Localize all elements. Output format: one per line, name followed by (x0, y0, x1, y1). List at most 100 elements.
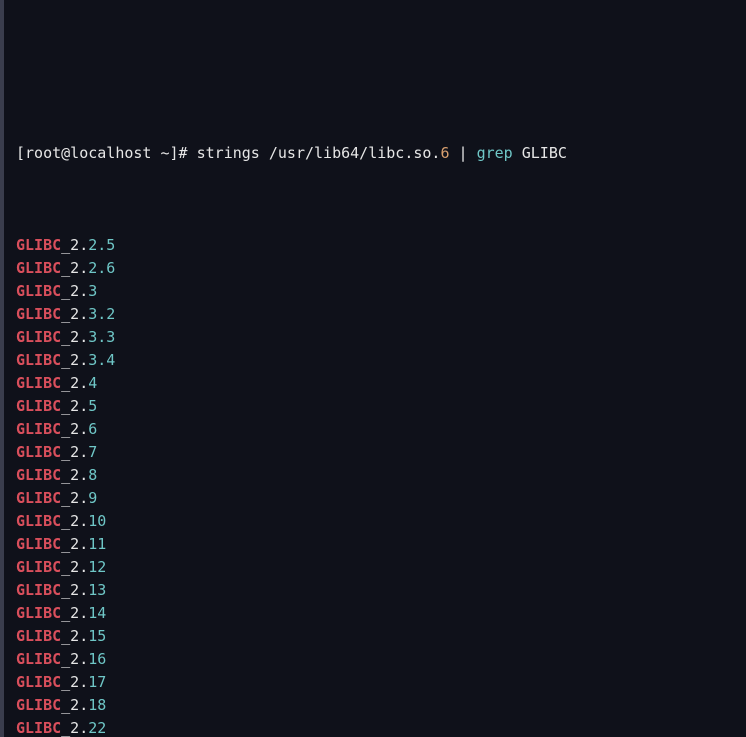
output-text: _2. (61, 581, 88, 599)
output-line: GLIBC_2.11 (10, 533, 746, 556)
version-digits: 22 (88, 719, 106, 737)
output-text: _2. (61, 627, 88, 645)
version-digits: 2.5 (88, 236, 115, 254)
version-digits: 3.2 (88, 305, 115, 323)
grep-match: GLIBC (16, 558, 61, 576)
output-line: GLIBC_2.22 (10, 717, 746, 737)
grep-match: GLIBC (16, 535, 61, 553)
output-text: _2. (61, 719, 88, 737)
output-text: _2. (61, 236, 88, 254)
version-digits: 10 (88, 512, 106, 530)
grep-match: GLIBC (16, 650, 61, 668)
version-digits: 7 (88, 443, 97, 461)
grep-match: GLIBC (16, 581, 61, 599)
output-text: _2. (61, 328, 88, 346)
output-text: _2. (61, 351, 88, 369)
scroll-gutter (0, 0, 4, 737)
output-line: GLIBC_2.6 (10, 418, 746, 441)
output-line: GLIBC_2.3.4 (10, 349, 746, 372)
version-digits: 18 (88, 696, 106, 714)
terminal[interactable]: [root@localhost ~]# strings /usr/lib64/l… (0, 0, 746, 737)
grep-match: GLIBC (16, 282, 61, 300)
grep-match: GLIBC (16, 374, 61, 392)
grep-match: GLIBC (16, 351, 61, 369)
grep-match: GLIBC (16, 236, 61, 254)
grep-match: GLIBC (16, 328, 61, 346)
version-digits: 2.6 (88, 259, 115, 277)
output-text: _2. (61, 397, 88, 415)
grep-pattern: GLIBC (522, 144, 567, 162)
grep-match: GLIBC (16, 696, 61, 714)
output-line: GLIBC_2.4 (10, 372, 746, 395)
output-text: _2. (61, 374, 88, 392)
grep-match: GLIBC (16, 259, 61, 277)
version-digits: 14 (88, 604, 106, 622)
version-digits: 13 (88, 581, 106, 599)
output-line: GLIBC_2.14 (10, 602, 746, 625)
output-line: GLIBC_2.2.5 (10, 234, 746, 257)
version-digits: 11 (88, 535, 106, 553)
version-digits: 9 (88, 489, 97, 507)
prompt: [root@localhost ~]# (16, 144, 188, 162)
output-text: _2. (61, 558, 88, 576)
grep-match: GLIBC (16, 305, 61, 323)
grep-match: GLIBC (16, 627, 61, 645)
grep-match: GLIBC (16, 719, 61, 737)
output-line: GLIBC_2.18 (10, 694, 746, 717)
prompt-line: [root@localhost ~]# strings /usr/lib64/l… (10, 142, 746, 165)
grep-match: GLIBC (16, 443, 61, 461)
version-digits: 12 (88, 558, 106, 576)
output-text: _2. (61, 305, 88, 323)
command-arg: /usr/lib64/libc.so. (269, 144, 441, 162)
grep-match: GLIBC (16, 512, 61, 530)
version-digits: 16 (88, 650, 106, 668)
output-text: _2. (61, 259, 88, 277)
pipe-symbol: | (459, 144, 468, 162)
version-digits: 3.4 (88, 351, 115, 369)
output-line: GLIBC_2.12 (10, 556, 746, 579)
output-line: GLIBC_2.7 (10, 441, 746, 464)
grep-match: GLIBC (16, 673, 61, 691)
output-text: _2. (61, 443, 88, 461)
output-line: GLIBC_2.5 (10, 395, 746, 418)
grep-match: GLIBC (16, 397, 61, 415)
grep-match: GLIBC (16, 604, 61, 622)
output-text: _2. (61, 512, 88, 530)
version-digits: 8 (88, 466, 97, 484)
output-line: GLIBC_2.17 (10, 671, 746, 694)
grep-match: GLIBC (16, 420, 61, 438)
output-text: _2. (61, 696, 88, 714)
output-line: GLIBC_2.15 (10, 625, 746, 648)
output-line: GLIBC_2.3 (10, 280, 746, 303)
output-line: GLIBC_2.3.3 (10, 326, 746, 349)
output-text: _2. (61, 489, 88, 507)
output-line: GLIBC_2.16 (10, 648, 746, 671)
output-text: _2. (61, 673, 88, 691)
version-digits: 6 (88, 420, 97, 438)
output-line: GLIBC_2.2.6 (10, 257, 746, 280)
output-line: GLIBC_2.10 (10, 510, 746, 533)
version-digits: 15 (88, 627, 106, 645)
output-line: GLIBC_2.3.2 (10, 303, 746, 326)
arg-digit: 6 (440, 144, 449, 162)
output-line: GLIBC_2.8 (10, 464, 746, 487)
version-digits: 17 (88, 673, 106, 691)
output-text: _2. (61, 282, 88, 300)
command: strings (197, 144, 260, 162)
output-text: _2. (61, 466, 88, 484)
grep-match: GLIBC (16, 466, 61, 484)
version-digits: 4 (88, 374, 97, 392)
version-digits: 3.3 (88, 328, 115, 346)
output-text: _2. (61, 420, 88, 438)
grep-match: GLIBC (16, 489, 61, 507)
terminal-content: [root@localhost ~]# strings /usr/lib64/l… (10, 73, 746, 737)
output-text: _2. (61, 604, 88, 622)
output-line: GLIBC_2.9 (10, 487, 746, 510)
output-text: _2. (61, 535, 88, 553)
version-digits: 3 (88, 282, 97, 300)
output-text: _2. (61, 650, 88, 668)
grep-command: grep (477, 144, 513, 162)
version-digits: 5 (88, 397, 97, 415)
output-lines: GLIBC_2.2.5GLIBC_2.2.6GLIBC_2.3GLIBC_2.3… (10, 234, 746, 737)
output-line: GLIBC_2.13 (10, 579, 746, 602)
